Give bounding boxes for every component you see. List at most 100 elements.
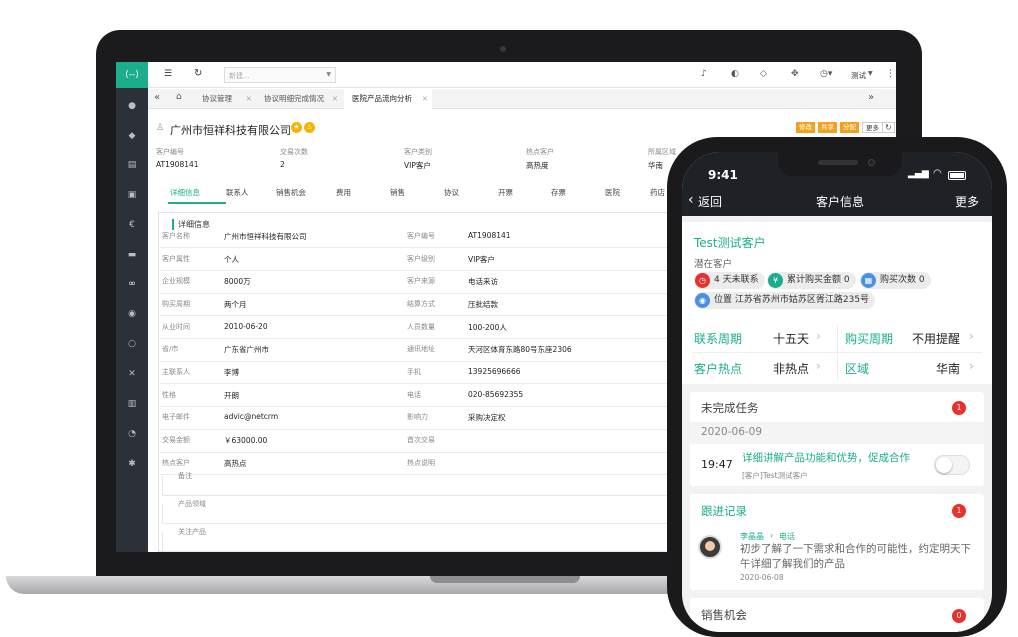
- more-vertical-icon[interactable]: ⋮: [886, 69, 895, 79]
- tools-icon[interactable]: ✕: [125, 367, 139, 381]
- cube-icon[interactable]: ◆: [125, 129, 139, 143]
- grid-value[interactable]: 十五天: [773, 330, 809, 347]
- refresh-icon[interactable]: ↻: [194, 68, 202, 79]
- location-pin-icon: ◉: [695, 293, 710, 308]
- home-icon[interactable]: ⌂: [176, 92, 182, 102]
- close-icon[interactable]: ×: [422, 89, 428, 109]
- grid-value[interactable]: 非热点: [773, 360, 809, 377]
- summary-label: 所属区域: [648, 148, 676, 156]
- currency-icon[interactable]: €: [125, 218, 139, 232]
- field-label: 热点客户: [162, 459, 190, 467]
- back-arrow-icon[interactable]: ‹: [688, 192, 694, 208]
- chip-purchase-amount: ¥ 累计购买金额 0: [767, 272, 856, 289]
- document-icon[interactable]: ▤: [125, 158, 139, 172]
- target-icon[interactable]: ◉: [125, 307, 139, 321]
- mobile-app: 9:41 ▂▄▆ ◠ ‹ 返回 客户信息 更多 Test测试客户 潜在客户 ◷ 4…: [682, 152, 992, 632]
- tab-hospital-flow[interactable]: 医院产品流向分析 ×: [344, 89, 432, 109]
- task-toggle[interactable]: [934, 455, 970, 475]
- field-value: 2010-06-20: [224, 322, 268, 331]
- settings-icon[interactable]: ✱: [125, 457, 139, 471]
- sidebar: (--) ● ◆ ▤ ▣ € ▬ ∞ ◉ ○ ✕ ▥ ◔ ✱: [116, 62, 148, 552]
- share-button[interactable]: 共享: [818, 122, 837, 133]
- field-label: 省/市: [162, 345, 179, 353]
- circle-icon[interactable]: ○: [125, 337, 139, 351]
- reload-icon[interactable]: ↻: [882, 122, 895, 133]
- field-label: 主联系人: [162, 368, 190, 376]
- field-label: 客户级别: [407, 255, 435, 263]
- edit-button[interactable]: 修改: [796, 122, 815, 133]
- field-value: advic@netcrm: [224, 412, 279, 421]
- field-value: 个人: [224, 255, 239, 264]
- chat-icon[interactable]: ▬: [125, 248, 139, 262]
- tab-protocol-management[interactable]: 协议管理 ×: [194, 89, 256, 109]
- grid-value[interactable]: 华南: [936, 360, 960, 377]
- task-text[interactable]: 详细讲解产品功能和优势，促成合作: [742, 450, 910, 465]
- remarks-label: 备注: [178, 472, 192, 480]
- assign-button[interactable]: 分配: [840, 122, 859, 133]
- fullscreen-icon[interactable]: ✥: [791, 69, 799, 79]
- subtab-protocols[interactable]: 协议: [444, 187, 459, 198]
- summary-label: 客户编号: [156, 148, 184, 156]
- followup-type: 电话: [779, 532, 795, 541]
- user-menu[interactable]: 测试: [851, 70, 866, 81]
- close-icon[interactable]: ×: [246, 89, 252, 109]
- user-icon[interactable]: ●: [125, 99, 139, 113]
- field-value: 高热点: [224, 459, 247, 468]
- menu-toggle-icon[interactable]: ☰: [164, 69, 172, 79]
- laptop-base: [6, 576, 706, 594]
- subtab-opportunities[interactable]: 销售机会: [276, 187, 306, 198]
- tab-label: 协议明细完成情况: [264, 94, 324, 103]
- app-logo[interactable]: (--): [116, 62, 148, 88]
- calendar-icon: ▦: [861, 273, 876, 288]
- field-label: 购买周期: [162, 300, 190, 308]
- field-label: 热点说明: [407, 459, 435, 467]
- field-label: 电子邮件: [162, 413, 190, 421]
- chip-label: 购买次数 0: [880, 275, 925, 285]
- field-label: 手机: [407, 368, 421, 376]
- tabs-prev-icon[interactable]: «: [154, 92, 160, 103]
- chip-label: 位置 江苏省苏州市姑苏区胥江路235号: [714, 295, 870, 305]
- section-title: 详细信息: [172, 219, 210, 230]
- dashboard-icon[interactable]: ◔: [125, 427, 139, 441]
- subtab-contacts[interactable]: 联系人: [226, 187, 249, 198]
- subtab-sales[interactable]: 销售: [390, 187, 405, 198]
- grid-label: 购买周期: [845, 332, 894, 346]
- grid-value[interactable]: 不用提醒: [912, 330, 960, 347]
- more-button[interactable]: 更多: [955, 193, 979, 210]
- speaker-grille: [818, 160, 858, 165]
- more-button[interactable]: 更多: [862, 122, 883, 133]
- subtab-invoicing[interactable]: 开票: [498, 187, 513, 198]
- new-select[interactable]: 新建... ▼: [224, 67, 336, 83]
- report-icon[interactable]: ▥: [125, 397, 139, 411]
- palette-icon[interactable]: ◐: [731, 69, 739, 79]
- field-value: ￥63000.00: [224, 436, 268, 445]
- clock-icon: ◷: [695, 273, 710, 288]
- tag-icon[interactable]: ◇: [760, 69, 767, 79]
- subtab-pharmacies[interactable]: 药店: [650, 187, 665, 198]
- handshake-icon[interactable]: ∞: [125, 277, 139, 291]
- tab-label: 医院产品流向分析: [352, 94, 412, 103]
- folder-icon[interactable]: ▣: [125, 188, 139, 202]
- chevron-down-icon: ▼: [326, 71, 331, 78]
- star-icon: ★: [291, 122, 302, 133]
- laptop-camera: [500, 46, 506, 52]
- field-label: 客户来源: [407, 277, 435, 285]
- subtab-details[interactable]: 详细信息: [170, 187, 200, 198]
- bell-icon[interactable]: ♪: [701, 69, 707, 79]
- avatar: [698, 535, 722, 559]
- subtab-stock[interactable]: 存票: [551, 187, 566, 198]
- field-value: 8000万: [224, 277, 251, 286]
- close-icon[interactable]: ×: [332, 89, 338, 109]
- chip-location[interactable]: ◉ 位置 江苏省苏州市姑苏区胥江路235号: [694, 292, 876, 309]
- clock-icon[interactable]: ◷▾: [820, 69, 832, 79]
- subtab-hospitals[interactable]: 医院: [605, 187, 620, 198]
- tab-label: 协议管理: [202, 94, 232, 103]
- tab-protocol-detail[interactable]: 协议明细完成情况 ×: [256, 89, 342, 109]
- subtab-expenses[interactable]: 费用: [336, 187, 351, 198]
- chip-purchase-count: ▦ 购买次数 0: [860, 272, 931, 289]
- field-label: 人员数量: [407, 323, 435, 331]
- back-button[interactable]: 返回: [698, 193, 722, 210]
- chevron-right-icon: ›: [770, 531, 774, 540]
- tabs-next-icon[interactable]: »: [868, 92, 874, 103]
- field-value: 开朗: [224, 391, 239, 400]
